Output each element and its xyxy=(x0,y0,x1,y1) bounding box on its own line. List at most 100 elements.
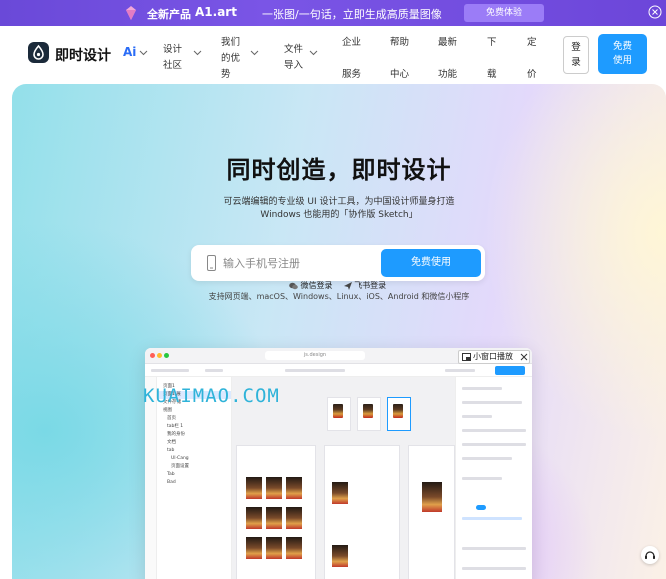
property-row xyxy=(462,443,526,446)
brand-name[interactable]: 即时设计 xyxy=(55,45,111,65)
book-cover-thumb xyxy=(363,404,373,418)
property-row xyxy=(462,517,522,520)
close-icon[interactable] xyxy=(520,353,528,361)
nav-item-download[interactable]: 下 载 xyxy=(487,35,497,83)
property-row xyxy=(462,477,502,480)
book-cover-thumb xyxy=(333,404,343,418)
chevron-down-icon[interactable] xyxy=(250,50,259,56)
close-icon[interactable] xyxy=(648,5,662,19)
property-row xyxy=(462,567,526,570)
preview-tool-rail xyxy=(145,377,157,579)
book-cover-thumb xyxy=(422,482,442,512)
promo-new-label: 全新产品 xyxy=(147,8,191,21)
ai-menu-label[interactable]: Ai xyxy=(123,45,136,59)
layer-row: Tab xyxy=(167,472,175,477)
preview-properties-panel xyxy=(455,377,532,579)
share-button xyxy=(495,366,525,375)
nav-item-pricing[interactable]: 定 价 xyxy=(527,35,537,83)
toolbar-item xyxy=(285,369,345,372)
layer-row: 页面设置 xyxy=(171,464,189,469)
window-close-dot xyxy=(150,353,155,358)
wechat-icon[interactable] xyxy=(289,282,298,290)
toggle-switch xyxy=(476,505,486,510)
hero-section: 同时创造，即时设计 可云端编辑的专业级 UI 设计工具，为中国设计师量身打造 W… xyxy=(12,84,666,579)
promo-banner[interactable]: 全新产品 A1.art 一张图/一句话，立即生成高质量图像 免费体验 xyxy=(0,0,666,26)
chevron-down-icon[interactable] xyxy=(309,50,318,56)
phone-signup-form: 免费使用 xyxy=(191,245,485,281)
nav-item-label: 下 载 xyxy=(487,37,497,80)
layer-row: 视图 xyxy=(163,408,172,413)
property-row xyxy=(462,457,512,460)
free-use-nav-button[interactable]: 免费 使用 xyxy=(598,34,647,74)
mobile-screen-frame xyxy=(408,445,455,579)
nav-item-new-features[interactable]: 最新 功能 xyxy=(438,35,457,83)
nav-item-label: 我们 的优 势 xyxy=(221,37,241,80)
preview-toolbar xyxy=(145,364,532,377)
headset-icon xyxy=(645,551,655,559)
hero-subtitle: 可云端编辑的专业级 UI 设计工具，为中国设计师量身打造 Windows 也能用… xyxy=(12,196,666,222)
nav-item-label: 定 价 xyxy=(527,37,537,80)
book-cover-thumb xyxy=(332,545,348,567)
login-button[interactable]: 登 录 xyxy=(563,36,589,74)
nav-item-label: 帮助 中心 xyxy=(390,37,410,80)
alt-login-row: 微信登录 飞书登录 xyxy=(289,280,386,291)
toolbar-item xyxy=(151,369,189,372)
book-cover-thumb xyxy=(393,404,403,418)
window-max-dot xyxy=(164,353,169,358)
free-use-label: 免费 使用 xyxy=(612,41,632,66)
supported-platforms: 支持网页端、macOS、Windows、Linux、iOS、Android 和微… xyxy=(208,292,470,301)
layer-row: 我的身份 xyxy=(167,432,185,437)
support-headset-button[interactable] xyxy=(641,546,659,564)
hero-subtitle-line2: Windows 也能用的「协作版 Sketch」 xyxy=(260,210,418,220)
mini-window-label: 小窗口播放 xyxy=(473,352,513,361)
book-cover-thumb xyxy=(332,482,348,504)
chevron-down-icon[interactable] xyxy=(193,50,202,56)
nav-item-label: 最新 功能 xyxy=(438,37,458,80)
nav-item-file-import[interactable]: 文件 导入 xyxy=(284,42,303,74)
layer-row: 文档 xyxy=(167,440,176,445)
feishu-icon[interactable] xyxy=(343,281,352,290)
nav-item-label: 企业 服务 xyxy=(342,37,362,80)
layer-row: 首页 xyxy=(167,416,176,421)
preview-url: js.design xyxy=(265,351,365,360)
watermark-text: KUAIMAO.COM xyxy=(143,385,280,407)
property-row xyxy=(462,547,526,550)
free-use-button[interactable]: 免费使用 xyxy=(381,249,481,277)
preview-canvas xyxy=(232,377,455,579)
property-row xyxy=(462,429,526,432)
toolbar-item xyxy=(445,369,475,372)
gem-icon xyxy=(126,6,136,20)
book-cover-thumb xyxy=(266,537,282,559)
layer-row: tab栏 1 xyxy=(167,424,184,429)
book-cover-thumb xyxy=(266,477,282,499)
nav-item-design-community[interactable]: 设计 社区 xyxy=(163,42,182,74)
hero-subtitle-line1: 可云端编辑的专业级 UI 设计工具，为中国设计师量身打造 xyxy=(223,197,455,207)
chevron-down-icon[interactable] xyxy=(139,50,148,56)
property-row xyxy=(462,387,502,390)
book-cover-thumb xyxy=(246,537,262,559)
brand-logo-icon[interactable] xyxy=(28,42,49,63)
book-cover-thumb xyxy=(266,507,282,529)
book-cover-thumb xyxy=(246,507,262,529)
mini-player-bar[interactable]: 小窗口播放 xyxy=(458,350,530,364)
layer-row: tab xyxy=(167,448,175,453)
nav-item-label: 文件 导入 xyxy=(284,44,304,71)
preview-layers-panel: 页面1 页面1·展 文件存储 视图 首页 tab栏 1 我的身份 文档 tab … xyxy=(157,377,232,579)
phone-input[interactable] xyxy=(223,255,383,273)
login-label: 登 录 xyxy=(571,42,581,68)
toolbar-item xyxy=(205,369,223,372)
mini-window-icon xyxy=(462,353,471,361)
layer-row: UI·Cang xyxy=(171,456,189,461)
feishu-login-link[interactable]: 飞书登录 xyxy=(354,281,386,290)
nav-item-enterprise[interactable]: 企业 服务 xyxy=(342,35,361,83)
promo-cta-button[interactable]: 免费体验 xyxy=(464,4,544,22)
promo-product-name: A1.art xyxy=(195,5,237,19)
wechat-login-link[interactable]: 微信登录 xyxy=(301,281,333,290)
nav-item-help[interactable]: 帮助 中心 xyxy=(390,35,409,83)
phone-icon xyxy=(207,255,216,271)
layer-row: Bad xyxy=(167,480,176,485)
nav-item-advantages[interactable]: 我们 的优 势 xyxy=(221,35,240,83)
window-min-dot xyxy=(157,353,162,358)
book-cover-thumb xyxy=(246,477,262,499)
app-preview-image: js.design 页面1 页面1·展 文件存储 视图 首页 tab栏 1 我的… xyxy=(145,348,532,579)
